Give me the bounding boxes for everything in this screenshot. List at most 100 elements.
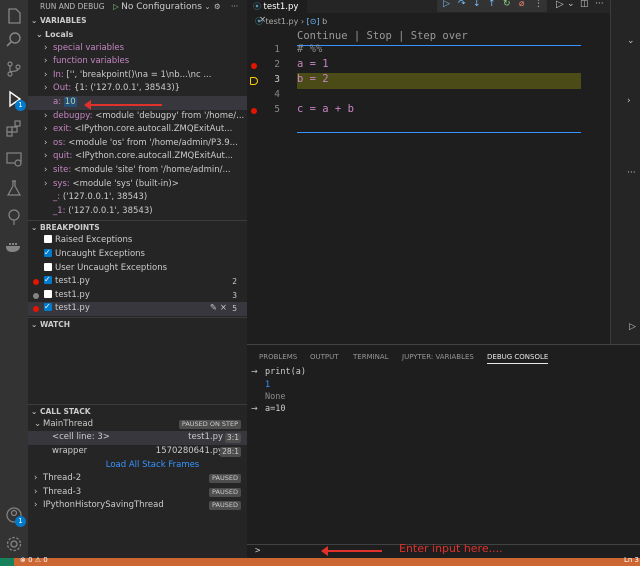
config-dropdown[interactable]: No Configurations: [121, 2, 202, 12]
tab-test1-py[interactable]: ⦿ test1.py ×: [247, 0, 307, 25]
step-into-icon[interactable]: ↓: [473, 0, 481, 9]
thread-item[interactable]: › Thread-2 PAUSED: [28, 472, 247, 486]
variable-value: {1: ('127.0.0.1', 38543)}: [73, 83, 181, 94]
call-stack-section-header[interactable]: ⌄ CALL STACK: [28, 403, 247, 418]
main-thread[interactable]: ⌄ MainThread PAUSED ON STEP: [28, 418, 247, 432]
variable-row[interactable]: › sys: <module 'sys' (built-in)>: [28, 178, 247, 192]
more-actions-icon[interactable]: ···: [595, 0, 604, 9]
variable-row[interactable]: › debugpy: <module 'debugpy' from '/home/…: [28, 110, 247, 124]
testing-icon[interactable]: [4, 178, 24, 198]
panel-tab[interactable]: OUTPUT: [310, 353, 339, 361]
remove-breakpoint-icon[interactable]: ×: [220, 302, 227, 316]
variable-name: special variables: [53, 42, 125, 53]
extensions-icon[interactable]: [4, 119, 24, 139]
breakpoint-dot[interactable]: [251, 108, 257, 114]
explorer-icon[interactable]: [4, 6, 24, 26]
breakpoint-item[interactable]: Raised Exceptions: [28, 234, 247, 248]
more-icon[interactable]: ···: [231, 0, 238, 13]
docker-icon[interactable]: [4, 236, 24, 256]
settings-gear-icon[interactable]: [4, 534, 24, 554]
variable-name: a:: [53, 96, 62, 107]
breakpoint-checkbox[interactable]: [44, 289, 52, 298]
code-line[interactable]: b = 2: [297, 73, 329, 85]
run-icon[interactable]: ▷: [556, 0, 564, 10]
variable-row[interactable]: › site: <module 'site' from '/home/admin/…: [28, 164, 247, 178]
codelens-actions[interactable]: Continue | Stop | Step over: [297, 30, 468, 42]
variable-row[interactable]: › Out: {1: ('127.0.0.1', 38543)}: [28, 82, 247, 96]
variable-row[interactable]: › os: <module 'os' from '/home/admin/P3.9…: [28, 137, 247, 151]
account-icon[interactable]: 1: [4, 505, 26, 527]
frame-file: test1.py: [188, 432, 223, 443]
breakpoint-dot[interactable]: [251, 63, 257, 69]
chevron-down-icon[interactable]: ⌄: [627, 36, 635, 46]
breakpoint-checkbox[interactable]: [44, 246, 52, 260]
breakpoint-item[interactable]: test1.py 2: [28, 273, 247, 289]
chevron-right-icon[interactable]: ›: [627, 96, 631, 106]
start-debug-icon[interactable]: ▷: [113, 2, 119, 11]
watch-section-header[interactable]: ⌄ WATCH: [28, 316, 247, 331]
code-line[interactable]: # %%: [297, 43, 322, 55]
variables-section-header[interactable]: ⌄ VARIABLES: [28, 14, 247, 28]
chevron-down-icon[interactable]: ⌄: [204, 2, 210, 11]
variable-row[interactable]: › In: ['', 'breakpoint()\na = 1\nb...\nc …: [28, 69, 247, 83]
more-icon[interactable]: ···: [627, 168, 636, 178]
run-debug-icon[interactable]: 1: [4, 89, 26, 111]
breakpoint-item[interactable]: Uncaught Exceptions: [28, 246, 247, 262]
breakpoint-item[interactable]: test1.py ✎× 5: [28, 300, 247, 316]
thread-item[interactable]: › Thread-3 PAUSED: [28, 486, 247, 500]
variable-row[interactable]: › function variables: [28, 55, 247, 69]
breakpoint-item[interactable]: test1.py 3: [28, 289, 247, 303]
remote-indicator-icon[interactable]: [0, 558, 14, 566]
disconnect-icon[interactable]: ⌀: [519, 0, 524, 9]
breakpoints-section-header[interactable]: ⌄ BREAKPOINTS: [28, 220, 247, 234]
breakpoint-label: test1.py: [55, 276, 90, 287]
variable-name: _1:: [53, 205, 66, 216]
locals-scope[interactable]: ⌄ Locals: [28, 28, 247, 42]
breakpoint-checkbox[interactable]: [44, 300, 52, 314]
thread-item[interactable]: › IPythonHistorySavingThread PAUSED: [28, 499, 247, 513]
variable-row[interactable]: _1: ('127.0.0.1', 38543): [28, 205, 247, 219]
run-icon[interactable]: ▷: [629, 322, 636, 332]
panel-tab[interactable]: TERMINAL: [353, 353, 389, 361]
variable-row[interactable]: › quit: <IPython.core.autocall.ZMQExitAut…: [28, 150, 247, 164]
restart-icon[interactable]: ↻: [503, 0, 511, 9]
variable-row[interactable]: › special variables: [28, 42, 247, 56]
breadcrumb-symbol[interactable]: b: [322, 17, 327, 26]
panel-tab[interactable]: PROBLEMS: [259, 353, 297, 361]
variable-row[interactable]: a: 10: [28, 95, 247, 110]
stack-frame[interactable]: wrapper 1570280641.py 28:1: [28, 445, 247, 459]
panel-tab[interactable]: JUPYTER: VARIABLES: [402, 353, 474, 361]
code-line[interactable]: a = 1: [297, 58, 329, 70]
drag-handle-icon[interactable]: ⋮: [534, 0, 543, 9]
step-over-icon[interactable]: ↷: [458, 0, 466, 9]
console-arrow-icon: →: [251, 367, 258, 376]
variable-row[interactable]: › exit: <IPython.core.autocall.ZMQExitAut…: [28, 123, 247, 137]
remote-explorer-icon[interactable]: [4, 149, 24, 169]
variable-name: sys:: [53, 178, 70, 189]
cursor-position[interactable]: Ln 3: [624, 556, 639, 564]
breakpoints-list: Raised Exceptions Uncaught Exceptions User…: [28, 234, 247, 316]
chevron-down-icon[interactable]: ⌄: [567, 0, 575, 9]
frame-name: <cell line: 3>: [52, 432, 110, 443]
edit-breakpoint-icon[interactable]: ✎: [210, 302, 217, 316]
code-line[interactable]: c = a + b: [297, 103, 354, 115]
breakpoint-checkbox[interactable]: [44, 262, 52, 271]
step-out-icon[interactable]: ↑: [488, 0, 496, 9]
load-all-stack-frames-link[interactable]: Load All Stack Frames: [28, 459, 247, 473]
gear-icon[interactable]: ⚙: [214, 0, 221, 13]
breakpoint-item[interactable]: User Uncaught Exceptions: [28, 262, 247, 276]
breakpoint-checkbox[interactable]: [44, 273, 52, 287]
current-execution-arrow-icon[interactable]: [250, 77, 258, 85]
variable-row[interactable]: _: ('127.0.0.1', 38543): [28, 191, 247, 205]
problems-status[interactable]: ⊗ 0 ⚠ 0: [20, 556, 48, 564]
stack-frame[interactable]: <cell line: 3> test1.py 3:1: [28, 431, 247, 446]
panel-tab[interactable]: DEBUG CONSOLE: [487, 353, 549, 364]
breakpoint-checkbox[interactable]: [44, 235, 52, 244]
search-icon[interactable]: [4, 30, 24, 50]
continue-icon[interactable]: ▷: [443, 0, 450, 9]
tree-icon[interactable]: [4, 207, 24, 227]
source-control-icon[interactable]: [4, 59, 24, 79]
breadcrumb-file[interactable]: test1.py: [266, 17, 299, 26]
line-number: 3: [274, 74, 280, 85]
split-editor-icon[interactable]: ◫: [580, 0, 589, 9]
